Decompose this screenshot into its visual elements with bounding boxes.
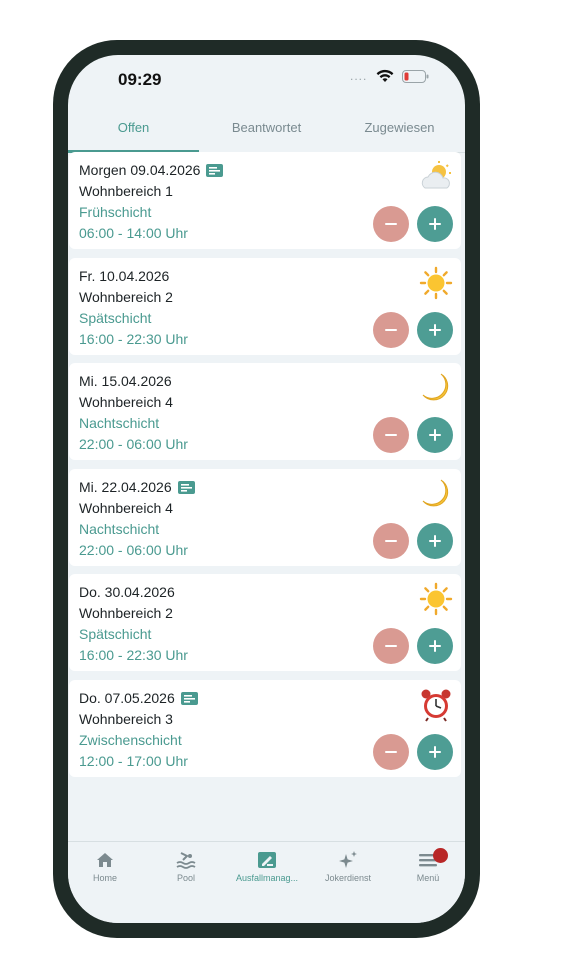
shift-card[interactable]: Do. 07.05.2026 Wohnbereich 3 Zwischenschic… [69, 679, 461, 777]
shift-type: Spätschicht [79, 626, 152, 642]
edit-note-icon [258, 852, 276, 868]
shift-time: 22:00 - 06:00 Uhr [79, 436, 188, 452]
minus-icon [385, 750, 397, 753]
plus-icon [429, 745, 441, 758]
decline-button[interactable] [373, 733, 409, 770]
minus-icon [385, 223, 397, 225]
shift-date: Mi. 15.04.2026 [79, 373, 172, 389]
note-icon [206, 164, 224, 177]
shift-type: Nachtschicht [79, 415, 160, 431]
shift-card[interactable]: Mi. 22.04.2026 Wohnbereich 4 Nachtschicht 2… [69, 468, 461, 566]
shift-area: Wohnbereich 3 [79, 710, 173, 727]
nav-jokerdienst[interactable]: Jokerdienst [313, 850, 383, 883]
nav-jokerdienst-label: Jokerdienst [324, 873, 372, 883]
decline-button[interactable] [373, 628, 409, 664]
app-screen: 09:29 .... Offen Beantwortet Zugewiesen … [68, 55, 465, 923]
moon-icon [419, 371, 453, 405]
plus-icon [429, 323, 441, 336]
tab-zugewiesen[interactable]: Zugewiesen [334, 120, 465, 135]
decline-button[interactable] [373, 417, 409, 453]
shift-date: Mi. 22.04.2026 [79, 479, 195, 495]
shift-date: Fr. 10.04.2026 [79, 267, 170, 284]
sparkles-icon [339, 851, 357, 868]
tab-offen[interactable]: Offen [68, 120, 199, 135]
nav-ausfallmanagement[interactable]: Ausfallmanag... [232, 850, 302, 883]
nav-pool[interactable]: Pool [151, 850, 221, 883]
minus-icon [385, 328, 397, 331]
shift-type: Spätschicht [79, 309, 152, 326]
accept-button[interactable] [417, 206, 453, 242]
accept-button[interactable] [417, 522, 453, 559]
shift-area: Wohnbereich 2 [79, 288, 173, 305]
sun-icon [419, 582, 453, 616]
accept-button[interactable] [417, 733, 453, 770]
shift-time: 16:00 - 22:30 Uhr [79, 647, 188, 663]
status-bar: 09:29 .... [68, 55, 465, 110]
note-icon [180, 691, 198, 705]
cloud-sun-icon [419, 160, 453, 194]
decline-button[interactable] [373, 522, 409, 559]
decline-button[interactable] [373, 311, 409, 348]
shift-time: 06:00 - 14:00 Uhr [79, 225, 188, 241]
shift-card[interactable]: Do. 30.04.2026 Wohnbereich 2 Spätschicht 16… [69, 574, 461, 671]
tab-beantwortet[interactable]: Beantwortet [199, 120, 334, 135]
accept-button[interactable] [417, 311, 453, 348]
shift-date: Do. 07.05.2026 [79, 690, 198, 706]
sun-icon [419, 266, 453, 300]
nav-ausfallmanagement-label: Ausfallmanag... [235, 873, 299, 883]
accept-button[interactable] [417, 628, 453, 664]
wifi-icon [376, 69, 394, 82]
shift-time: 12:00 - 17:00 Uhr [79, 752, 188, 769]
nav-pool-label: Pool [176, 873, 195, 883]
shift-card[interactable]: Mi. 15.04.2026 Wohnbereich 4 Nachtschicht 2… [69, 363, 461, 460]
status-time: 09:29 [118, 70, 162, 89]
shift-card[interactable]: Morgen 09.04.2026 Wohnbereich 1 Frühschich… [69, 152, 461, 249]
alarm-clock-icon [419, 688, 453, 722]
shift-time: 16:00 - 22:30 Uhr [79, 330, 188, 347]
plus-icon [429, 640, 441, 652]
plus-icon [429, 218, 441, 230]
home-icon [97, 853, 113, 867]
minus-icon [385, 645, 397, 647]
battery-icon [402, 70, 429, 83]
shift-area: Wohnbereich 1 [79, 183, 173, 199]
shift-time: 22:00 - 06:00 Uhr [79, 541, 188, 558]
note-icon [177, 480, 195, 494]
shift-date: Do. 30.04.2026 [79, 584, 175, 600]
shift-type: Frühschicht [79, 204, 152, 220]
nav-menu[interactable]: Menü [393, 848, 463, 883]
bottom-navigation: Home Pool Ausfallmanag... Jokerdienst Me… [68, 841, 465, 923]
signal-icon: .... [350, 69, 368, 83]
shift-area: Wohnbereich 4 [79, 499, 173, 516]
nav-home[interactable]: Home [70, 850, 140, 883]
tab-bar: Offen Beantwortet Zugewiesen [68, 110, 465, 153]
nav-home-label: Home [92, 873, 117, 883]
moon-icon [419, 477, 453, 511]
notification-badge [433, 848, 448, 863]
plus-icon [429, 429, 441, 441]
minus-icon [385, 539, 397, 542]
shift-area: Wohnbereich 4 [79, 394, 173, 410]
shift-type: Zwischenschicht [79, 731, 182, 748]
pool-icon [176, 852, 196, 869]
decline-button[interactable] [373, 206, 409, 242]
minus-icon [385, 434, 397, 436]
shift-card[interactable]: Fr. 10.04.2026 Wohnbereich 2 Spätschicht 16… [69, 257, 461, 355]
shift-date: Morgen 09.04.2026 [79, 162, 224, 178]
nav-menu-label: Menü [416, 873, 440, 883]
shift-type: Nachtschicht [79, 520, 160, 537]
accept-button[interactable] [417, 417, 453, 453]
plus-icon [429, 534, 441, 547]
shift-area: Wohnbereich 2 [79, 605, 173, 621]
